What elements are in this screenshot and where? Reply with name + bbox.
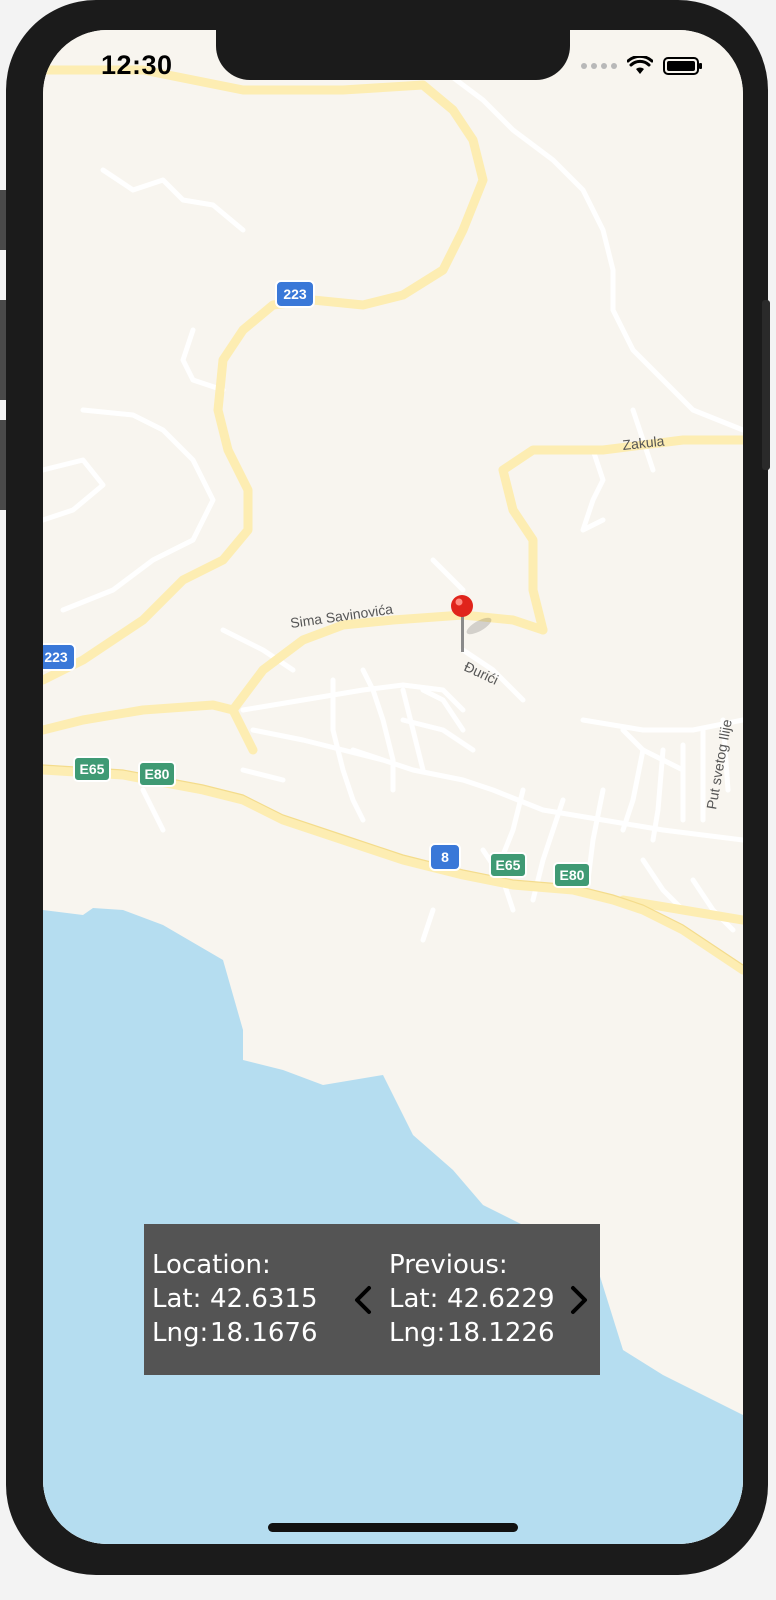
current-lng-value: 18.1676 <box>210 1318 318 1348</box>
route-shield-223-top: 223 <box>275 280 315 308</box>
svg-text:223: 223 <box>283 286 307 302</box>
previous-location-block: Previous: Lat: 42.6229 Lng: 18.1226 <box>389 1248 555 1350</box>
current-location-block: Location: Lat: 42.6315 Lng: 18.1676 <box>152 1248 318 1350</box>
camera-notch <box>216 30 570 80</box>
svg-text:223: 223 <box>44 649 68 665</box>
phone-screen: Sima Savinovića Zakula Đurići Put svetog… <box>43 30 743 1544</box>
signal-dots-icon <box>581 63 617 69</box>
current-location-title: Location: <box>152 1250 271 1280</box>
home-indicator[interactable] <box>268 1523 518 1532</box>
status-time: 12:30 <box>101 50 173 80</box>
next-chevron-right-icon[interactable] <box>563 1280 593 1320</box>
previous-lat-label: Lat: <box>389 1284 439 1314</box>
current-lng-label: Lng: <box>152 1318 209 1348</box>
current-lat-label: Lat: <box>152 1284 202 1314</box>
current-lat-value: 42.6315 <box>210 1284 318 1314</box>
status-icons <box>581 56 703 76</box>
svg-text:E65: E65 <box>496 857 521 873</box>
svg-text:E80: E80 <box>560 867 585 883</box>
route-shield-e65-left: E65 <box>73 756 111 782</box>
iphone-frame: Sima Savinovića Zakula Đurići Put svetog… <box>6 0 770 1575</box>
svg-text:8: 8 <box>441 849 449 865</box>
previous-lng-value: 18.1226 <box>447 1318 555 1348</box>
location-info-panel: Location: Lat: 42.6315 Lng: 18.1676 Prev… <box>144 1224 600 1375</box>
svg-text:E80: E80 <box>145 766 170 782</box>
svg-text:E65: E65 <box>80 761 105 777</box>
route-shield-e80-right: E80 <box>553 862 591 888</box>
previous-lat-value: 42.6229 <box>447 1284 555 1314</box>
route-shield-e65-right: E65 <box>489 852 527 878</box>
route-shield-e80-left: E80 <box>138 761 176 787</box>
route-shield-223-left: 223 <box>43 643 76 671</box>
route-shield-8: 8 <box>429 843 461 871</box>
side-button <box>762 300 770 470</box>
wifi-icon <box>627 56 653 74</box>
battery-icon <box>663 57 702 75</box>
previous-chevron-left-icon[interactable] <box>349 1280 379 1320</box>
previous-location-title: Previous: <box>389 1250 508 1280</box>
previous-lng-label: Lng: <box>389 1318 446 1348</box>
